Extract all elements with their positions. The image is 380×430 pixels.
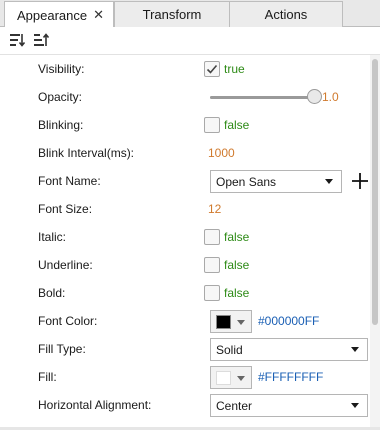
italic-value: false bbox=[204, 223, 249, 251]
property-row-opacity: Opacity: 1.0 bbox=[4, 83, 370, 111]
chevron-down-icon bbox=[237, 320, 245, 325]
property-row-italic: Italic: false bbox=[4, 223, 370, 251]
font-color-hex: #000000FF bbox=[258, 314, 320, 328]
property-label: Opacity: bbox=[38, 90, 83, 104]
underline-checkbox[interactable] bbox=[204, 257, 220, 273]
scrollbar-thumb[interactable] bbox=[372, 59, 378, 325]
property-row-blinking: Blinking: false bbox=[4, 111, 370, 139]
property-row-font-size: Font Size: 12 bbox=[4, 195, 370, 223]
property-grid: Visibility: true Opacity: 1.0 Blinking: … bbox=[4, 55, 370, 427]
bold-text: false bbox=[224, 286, 250, 300]
horizontal-alignment-dropdown[interactable]: Center bbox=[210, 394, 368, 417]
tab-transform-label: Transform bbox=[142, 7, 202, 22]
property-row-fill: Fill: #FFFFFFFF bbox=[4, 363, 370, 391]
tab-actions[interactable]: Actions bbox=[229, 1, 343, 27]
tab-strip: Appearance ✕ Transform Actions bbox=[0, 0, 380, 28]
blink-interval-text: 1000 bbox=[208, 146, 235, 160]
property-label: Font Color: bbox=[38, 314, 98, 328]
bold-checkbox[interactable] bbox=[204, 285, 220, 301]
font-size-field[interactable]: 12 bbox=[204, 195, 221, 223]
chevron-down-icon bbox=[237, 376, 245, 381]
tab-appearance[interactable]: Appearance ✕ bbox=[4, 1, 114, 28]
checkmark-icon bbox=[206, 64, 218, 74]
add-font-button[interactable] bbox=[350, 171, 370, 191]
fill-type-selected: Solid bbox=[216, 342, 243, 357]
italic-checkbox[interactable] bbox=[204, 229, 220, 245]
blinking-value: false bbox=[204, 111, 249, 139]
close-icon[interactable]: ✕ bbox=[93, 7, 104, 23]
property-row-font-color: Font Color: #000000FF bbox=[4, 307, 370, 335]
property-label: Font Name: bbox=[38, 174, 101, 188]
plus-icon bbox=[352, 173, 368, 189]
property-row-underline: Underline: false bbox=[4, 251, 370, 279]
visibility-value: true bbox=[204, 55, 245, 83]
property-label: Underline: bbox=[38, 258, 93, 272]
vertical-scrollbar[interactable] bbox=[370, 55, 380, 427]
underline-value: false bbox=[204, 251, 249, 279]
property-label: Font Size: bbox=[38, 202, 93, 216]
fill-value: #FFFFFFFF bbox=[204, 363, 364, 391]
underline-text: false bbox=[224, 258, 250, 272]
property-row-font-name: Font Name: Open Sans bbox=[4, 167, 370, 195]
opacity-slider-thumb[interactable] bbox=[306, 89, 322, 104]
property-label: Fill: bbox=[38, 370, 57, 384]
font-name-selected: Open Sans bbox=[216, 174, 277, 189]
fill-color-picker[interactable] bbox=[210, 366, 252, 389]
sort-ascending-icon bbox=[34, 33, 50, 46]
property-row-fill-type: Fill Type: Solid bbox=[4, 335, 370, 363]
property-label: Horizontal Alignment: bbox=[38, 398, 152, 412]
horizontal-alignment-value: Center bbox=[204, 391, 370, 419]
tab-appearance-label: Appearance bbox=[17, 7, 88, 23]
property-row-horizontal-alignment: Horizontal Alignment: Center bbox=[4, 391, 370, 419]
font-color-picker[interactable] bbox=[210, 310, 252, 333]
property-label: Blink Interval(ms): bbox=[38, 146, 135, 160]
property-row-visibility: Visibility: true bbox=[4, 55, 370, 83]
font-color-swatch bbox=[216, 314, 231, 329]
visibility-checkbox[interactable] bbox=[204, 61, 220, 77]
sort-descending-button[interactable] bbox=[9, 32, 26, 48]
property-row-blink-interval: Blink Interval(ms): 1000 bbox=[4, 139, 370, 167]
property-row-bold: Bold: false bbox=[4, 279, 370, 307]
tab-actions-label: Actions bbox=[264, 7, 308, 22]
font-color-value: #000000FF bbox=[204, 307, 364, 335]
font-size-text: 12 bbox=[208, 202, 222, 216]
chevron-down-icon bbox=[351, 403, 359, 408]
fill-color-swatch bbox=[216, 370, 231, 385]
blinking-checkbox[interactable] bbox=[204, 117, 220, 133]
sort-descending-icon bbox=[10, 34, 26, 47]
chevron-down-icon bbox=[325, 179, 333, 184]
opacity-slider-fill bbox=[210, 96, 314, 99]
fill-type-value: Solid bbox=[204, 335, 370, 363]
property-label: Italic: bbox=[38, 230, 67, 244]
font-name-value: Open Sans bbox=[204, 167, 370, 195]
opacity-value: 1.0 bbox=[204, 83, 364, 111]
horizontal-alignment-selected: Center bbox=[216, 398, 253, 413]
font-name-dropdown[interactable]: Open Sans bbox=[210, 170, 342, 193]
italic-text: false bbox=[224, 230, 250, 244]
blink-interval-field[interactable]: 1000 bbox=[204, 139, 235, 167]
toolbar bbox=[0, 27, 380, 55]
tab-transform[interactable]: Transform bbox=[114, 1, 230, 27]
fill-color-hex: #FFFFFFFF bbox=[258, 370, 324, 384]
opacity-text: 1.0 bbox=[322, 90, 339, 104]
property-label: Bold: bbox=[38, 286, 66, 300]
sort-ascending-button[interactable] bbox=[33, 32, 50, 48]
bold-value: false bbox=[204, 279, 249, 307]
property-label: Fill Type: bbox=[38, 342, 86, 356]
property-label: Visibility: bbox=[38, 62, 85, 76]
fill-type-dropdown[interactable]: Solid bbox=[210, 338, 368, 361]
visibility-text: true bbox=[224, 62, 245, 76]
blinking-text: false bbox=[224, 118, 250, 132]
property-label: Blinking: bbox=[38, 118, 84, 132]
chevron-down-icon bbox=[351, 347, 359, 352]
opacity-slider-track[interactable] bbox=[210, 96, 314, 99]
